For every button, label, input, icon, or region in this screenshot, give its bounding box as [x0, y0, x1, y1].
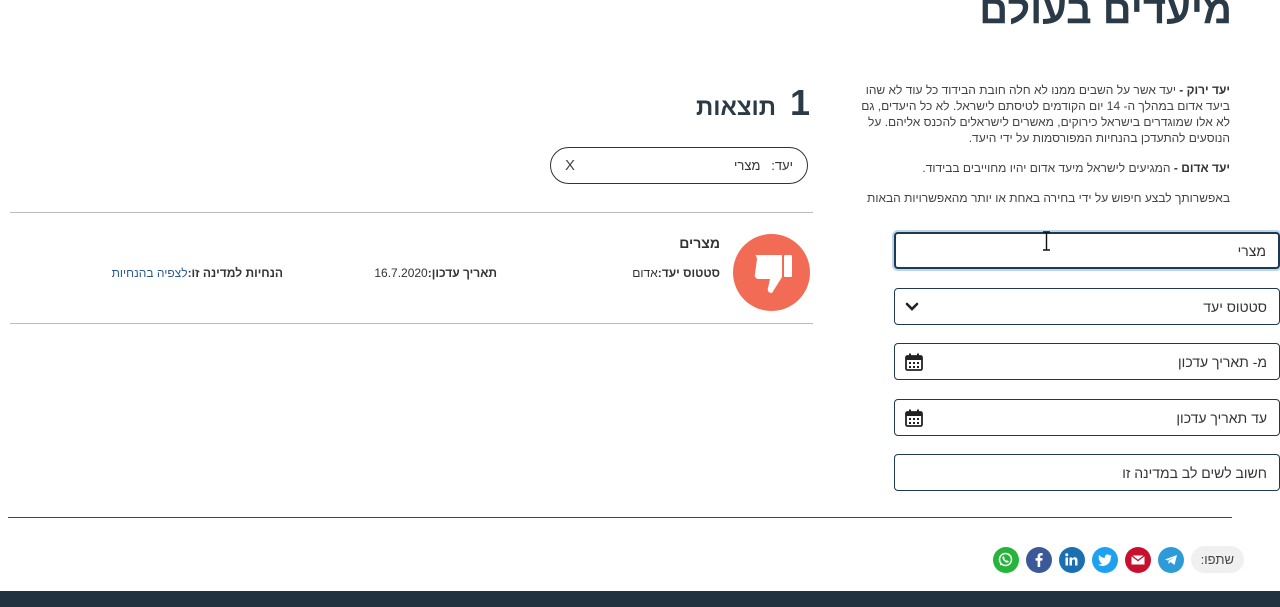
calendar-icon[interactable] — [905, 409, 923, 427]
guide-key: הנחיות למדינה זו: — [187, 266, 283, 280]
results-label: תוצאות — [696, 94, 776, 121]
update-date: תאריך עדכון:16.7.2020 — [374, 266, 497, 280]
status-value: אדום — [632, 266, 658, 280]
destination-value: מצרי — [1237, 242, 1266, 259]
country-guidelines: הנחיות למדינה זו:לצפיה בהנחיות — [112, 266, 283, 280]
date-key: תאריך עדכון: — [427, 266, 497, 280]
red-text: המגיעים לישראל מיעד אדום יהיו מחוייבים ב… — [922, 161, 1174, 175]
email-icon[interactable] — [1124, 546, 1151, 573]
status-select[interactable]: סטטוס יעד — [894, 288, 1280, 325]
share-label: שתפו: — [1190, 546, 1244, 573]
date-value: 16.7.2020 — [374, 266, 428, 280]
red-destination-info: יעד אדום - המגיעים לישראל מיעד אדום יהיו… — [844, 160, 1230, 176]
country-name: מצרים — [679, 235, 720, 251]
linkedin-icon[interactable] — [1058, 546, 1085, 573]
facebook-icon[interactable] — [1025, 546, 1052, 573]
twitter-icon[interactable] — [1091, 546, 1118, 573]
page-title: מיעדים בעולם — [979, 0, 1232, 32]
chip-value: מצרי — [734, 158, 761, 173]
destination-status: סטטוס יעד:אדום — [632, 266, 720, 280]
attention-checkbox[interactable]: חשוב לשים לב במדינה זו — [894, 454, 1280, 491]
destination-search-input[interactable]: מצרי — [894, 232, 1280, 269]
red-label: יעד אדום - — [1173, 161, 1230, 175]
chip-text: יעד: מצרי — [734, 158, 793, 173]
green-destination-info: יעד ירוק - יעד אשר על השבים ממנו לא חלה … — [844, 82, 1230, 146]
text-cursor-icon — [1043, 231, 1050, 251]
footer — [0, 591, 1280, 607]
view-guidelines-link[interactable]: לצפיה בהנחיות — [112, 266, 188, 280]
thumbs-down-icon — [733, 234, 810, 311]
results-header: 1 תוצאות — [696, 82, 810, 124]
to-date-input[interactable]: עד תאריך עדכון — [894, 399, 1280, 436]
section-divider — [8, 517, 1232, 518]
attention-label: חשוב לשים לב במדינה זו — [1122, 464, 1267, 481]
calendar-icon[interactable] — [905, 353, 923, 371]
status-key: סטטוס יעד: — [657, 266, 720, 280]
table-row: מצרים סטטוס יעד:אדום תאריך עדכון:16.7.20… — [10, 213, 813, 323]
chevron-down-icon — [905, 302, 919, 312]
active-filter-chip: יעד: מצרי X — [550, 147, 808, 184]
chip-remove-button[interactable]: X — [565, 157, 575, 174]
results-count: 1 — [789, 82, 810, 123]
filter-panel: יעד ירוק - יעד אשר על השבים ממנו לא חלה … — [844, 82, 1230, 220]
from-date-input[interactable]: מ- תאריך עדכון — [894, 343, 1280, 380]
green-label: יעד ירוק - — [1179, 83, 1230, 97]
to-date-label: עד תאריך עדכון — [1176, 409, 1267, 426]
from-date-label: מ- תאריך עדכון — [1178, 353, 1267, 370]
chip-key: יעד: — [771, 158, 793, 173]
row-divider — [10, 323, 813, 324]
green-text: יעד אשר על השבים ממנו לא חלה חובת הבידוד… — [861, 83, 1230, 145]
share-bar: שתפו: — [992, 546, 1244, 573]
telegram-icon[interactable] — [1157, 546, 1184, 573]
whatsapp-icon[interactable] — [992, 546, 1019, 573]
search-hint: באפשרותך לבצע חיפוש על ידי בחירה באחת או… — [867, 191, 1230, 205]
status-select-label: סטטוס יעד — [1203, 298, 1267, 315]
